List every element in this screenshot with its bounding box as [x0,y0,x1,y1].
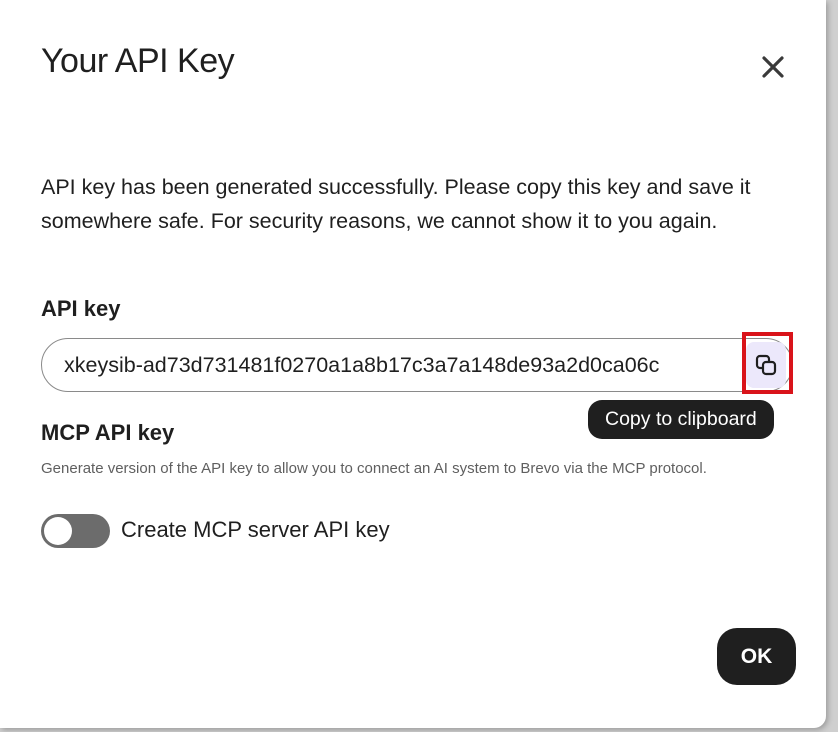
mcp-api-key-label: MCP API key [41,420,175,445]
ok-button[interactable]: OK [717,628,796,685]
mcp-server-toggle[interactable] [41,514,110,548]
api-key-label: API key [41,296,121,321]
copy-tooltip: Copy to clipboard [588,400,774,439]
close-icon [762,56,784,78]
dialog-description: API key has been generated successfully.… [41,175,751,233]
api-key-dialog: Your API Key API key has been generated … [0,0,826,728]
mcp-help-text: Generate version of the API key to allow… [41,460,707,477]
mcp-toggle-label: Create MCP server API key [121,517,390,542]
copy-to-clipboard-button[interactable] [746,342,786,388]
api-key-input[interactable] [64,339,736,391]
toggle-knob [44,517,72,545]
dialog-title: Your API Key [41,42,235,80]
api-key-field [41,338,793,392]
close-button[interactable] [756,50,790,84]
copy-icon [755,354,777,376]
